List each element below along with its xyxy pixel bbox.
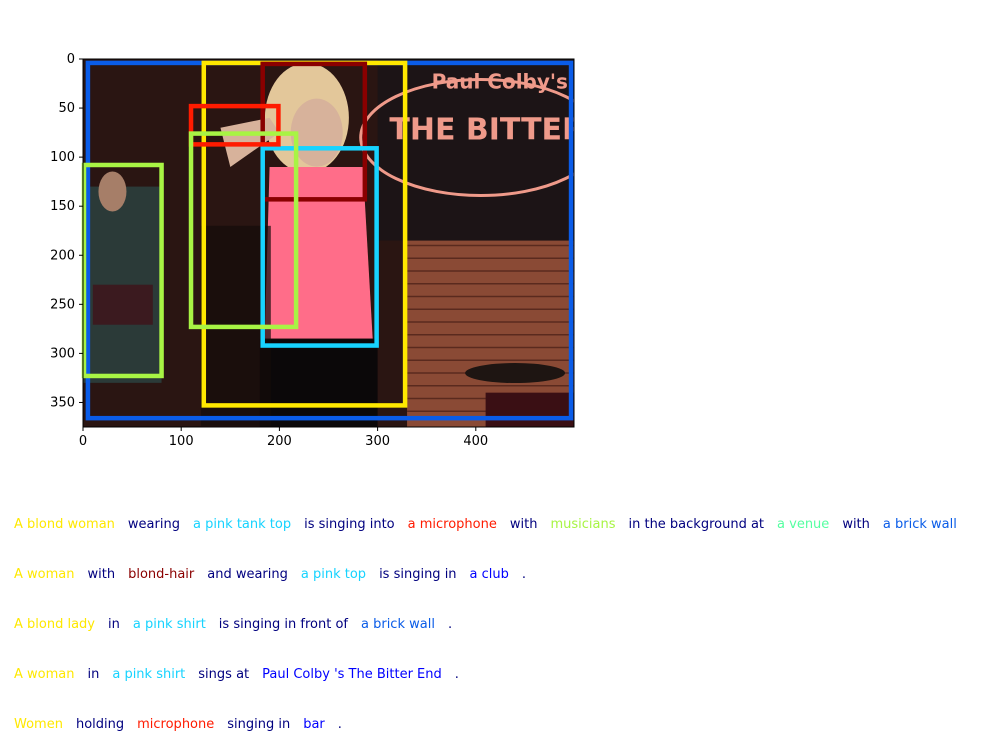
caption-phrase: . bbox=[447, 617, 453, 632]
singer-face bbox=[290, 98, 343, 167]
caption-phrase: a brick wall bbox=[361, 617, 435, 632]
y-tick-label: 150 bbox=[50, 199, 75, 214]
caption-phrase: and wearing bbox=[207, 567, 288, 582]
caption-phrase: in bbox=[108, 617, 120, 632]
annotated-image-figure: Paul Colby's THE BITTER E 0 100 200 300 400 0 5… bbox=[50, 52, 616, 449]
caption-phrase: is singing into bbox=[304, 517, 395, 532]
caption-phrase: a club bbox=[469, 567, 509, 582]
caption-phrase: a pink tank top bbox=[192, 517, 292, 532]
y-tick-label: 250 bbox=[50, 297, 75, 312]
caption-phrase: . bbox=[454, 667, 459, 682]
caption-phrase: a pink top bbox=[300, 567, 367, 582]
caption-phrase: a pink shirt bbox=[112, 667, 186, 682]
banner-text-line: THE BITTER E bbox=[389, 112, 616, 147]
caption-phrase: in the background at bbox=[628, 517, 765, 532]
caption-line: A woman in a pink shirt sings at Paul Colby … bbox=[14, 667, 472, 687]
x-tick-label: 200 bbox=[267, 434, 292, 449]
caption-phrase: with bbox=[509, 517, 538, 532]
caption-line: Women holding microphone singing in bar. bbox=[14, 717, 355, 737]
caption-phrase: with bbox=[87, 567, 116, 582]
left-musician-head bbox=[98, 171, 127, 212]
left-musician-instrument bbox=[92, 284, 153, 325]
x-tick-label: 100 bbox=[169, 434, 194, 449]
caption-phrase: a brick wall bbox=[882, 517, 957, 532]
x-tick-label: 300 bbox=[365, 434, 390, 449]
caption-line: A woman with blond-hair and wearing a pink t… bbox=[14, 567, 539, 587]
x-tick-label: 0 bbox=[79, 434, 87, 449]
caption-phrase: A woman bbox=[14, 567, 75, 582]
caption-phrase: is singing in bbox=[379, 567, 457, 582]
singer-lower bbox=[259, 338, 378, 427]
caption-phrase: blond-hair bbox=[128, 567, 195, 582]
caption-phrase: Paul Colby 's The Bitter End bbox=[262, 667, 442, 682]
y-tick-label: 350 bbox=[50, 395, 75, 410]
y-tick-label: 300 bbox=[50, 346, 75, 361]
banner-text-line: Paul Colby's bbox=[432, 69, 568, 93]
y-tick-label: 100 bbox=[50, 150, 75, 165]
singer-pink-top bbox=[264, 166, 373, 339]
caption-phrase: . bbox=[521, 567, 527, 582]
y-tick-label: 200 bbox=[50, 248, 75, 263]
caption-phrase: A blond woman bbox=[14, 517, 115, 532]
caption-phrase: musicians bbox=[550, 517, 616, 532]
caption-phrase: in bbox=[87, 667, 100, 682]
caption-phrase: a pink shirt bbox=[132, 617, 206, 632]
caption-phrase: with bbox=[842, 517, 870, 532]
caption-phrase: is singing in front of bbox=[218, 617, 348, 632]
cymbal bbox=[465, 363, 566, 384]
caption-phrase: wearing bbox=[127, 517, 180, 532]
caption-line: A blond lady in a pink shirt is singing in … bbox=[14, 617, 465, 637]
x-tick-label: 400 bbox=[463, 434, 488, 449]
caption-phrase: a venue bbox=[777, 517, 830, 532]
caption-phrase: A woman bbox=[14, 667, 75, 682]
y-tick-label: 0 bbox=[67, 52, 75, 67]
y-tick-label: 50 bbox=[58, 101, 75, 116]
caption-phrase: a microphone bbox=[407, 517, 497, 532]
caption-phrase: sings at bbox=[198, 667, 250, 682]
caption-phrase: A blond lady bbox=[14, 617, 95, 632]
caption-line: A blond woman wearing a pink tank top is si… bbox=[14, 517, 970, 537]
